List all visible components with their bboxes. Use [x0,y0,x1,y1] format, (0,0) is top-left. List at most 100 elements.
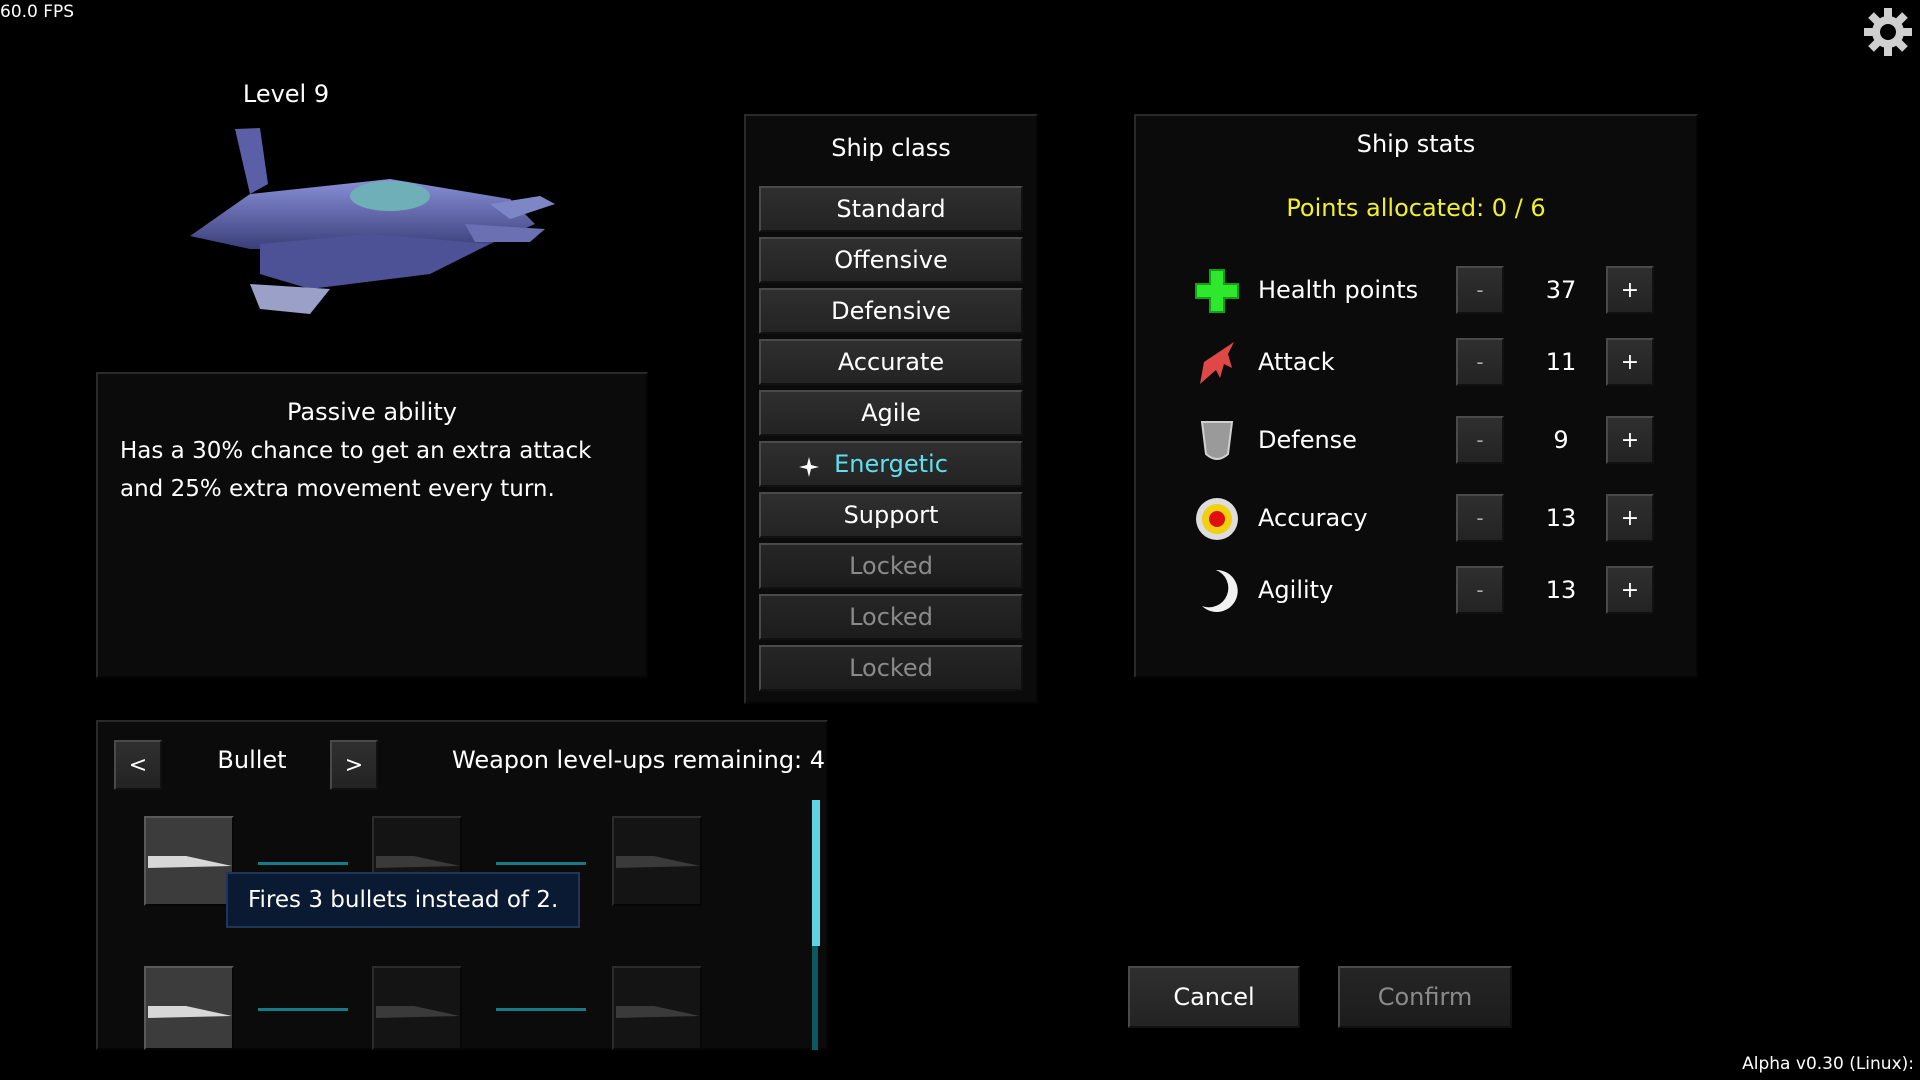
plus-label: + [1620,277,1640,303]
cancel-button[interactable]: Cancel [1128,966,1300,1028]
attack-increase-button[interactable]: + [1606,338,1654,386]
passive-ability-title: Passive ability [287,398,457,426]
ship-class-panel: Ship class Standard Offensive Defensive … [744,114,1038,704]
upgrade-connector [258,862,348,865]
weapon-prev-button[interactable]: < [114,740,162,790]
stat-value: 9 [1553,426,1569,454]
agility-increase-button[interactable]: + [1606,566,1654,614]
accuracy-target-icon [1194,496,1240,542]
stat-row-health: Health points - 37 + [1194,266,1654,316]
stat-label: Accuracy [1258,504,1368,532]
bullet-icon [148,856,232,868]
minus-label: - [1476,578,1484,602]
plus-label: + [1620,427,1640,453]
class-option-agile[interactable]: Agile [759,390,1023,436]
confirm-label: Confirm [1377,983,1473,1011]
stat-row-accuracy: Accuracy - 13 + [1194,494,1654,544]
plus-label: + [1620,505,1640,531]
class-option-label: Support [843,501,939,529]
upgrade-tooltip: Fires 3 bullets instead of 2. [226,872,580,928]
class-option-label: Offensive [834,246,948,274]
stat-row-defense: Defense - 9 + [1194,416,1654,466]
weapon-levelups-remaining: Weapon level-ups remaining: 4 [452,746,826,774]
prev-label: < [128,752,148,778]
weapon-name: Bullet [217,746,287,774]
stat-label: Defense [1258,426,1357,454]
stat-value: 13 [1545,504,1577,532]
confirm-button[interactable]: Confirm [1338,966,1512,1028]
upgrade-connector [496,1008,586,1011]
class-option-label: Standard [836,195,946,223]
points-allocated: Points allocated: 0 / 6 [1286,194,1546,222]
stat-value: 11 [1545,348,1577,376]
upgrade-slot[interactable] [612,966,702,1050]
class-option-label: Agile [861,399,921,427]
attack-decrease-button[interactable]: - [1456,338,1504,386]
stat-label: Agility [1258,576,1334,604]
minus-label: - [1476,428,1484,452]
bullet-icon [616,856,700,868]
class-option-locked[interactable]: Locked [759,594,1023,640]
ship-image [190,124,560,319]
ship-class-title: Ship class [831,134,951,162]
minus-label: - [1476,506,1484,530]
bullet-icon [376,1006,460,1018]
upgrade-connector [258,1008,348,1011]
class-option-label: Defensive [831,297,951,325]
class-option-label: Energetic [834,450,948,478]
passive-ability-description: Has a 30% chance to get an extra attack … [120,438,592,502]
stat-row-agility: Agility - 13 + [1194,566,1654,616]
tooltip-text: Fires 3 bullets instead of 2. [248,887,559,913]
gear-icon[interactable] [1862,6,1914,58]
class-option-label: Locked [849,654,933,682]
accuracy-increase-button[interactable]: + [1606,494,1654,542]
upgrade-slot[interactable] [372,966,462,1050]
sparkle-icon [799,455,819,477]
class-option-offensive[interactable]: Offensive [759,237,1023,283]
stat-value: 13 [1545,576,1577,604]
class-option-accurate[interactable]: Accurate [759,339,1023,385]
class-option-energetic[interactable]: Energetic [759,441,1023,487]
class-option-standard[interactable]: Standard [759,186,1023,232]
ship-stats-title: Ship stats [1356,130,1476,158]
minus-label: - [1476,278,1484,302]
accuracy-decrease-button[interactable]: - [1456,494,1504,542]
defense-shield-icon [1194,418,1240,464]
attack-claw-icon [1194,340,1240,386]
weapon-scrollbar-thumb[interactable] [812,800,820,946]
agility-moon-icon [1194,568,1240,614]
class-option-label: Locked [849,603,933,631]
stat-label: Attack [1258,348,1335,376]
defense-increase-button[interactable]: + [1606,416,1654,464]
stat-value: 37 [1545,276,1577,304]
stat-row-attack: Attack - 11 + [1194,338,1654,388]
stat-label: Health points [1258,276,1419,304]
agility-decrease-button[interactable]: - [1456,566,1504,614]
next-label: > [344,752,364,778]
upgrade-slot[interactable] [144,816,234,906]
passive-ability-panel: Passive ability Has a 30% chance to get … [96,372,648,678]
class-option-locked[interactable]: Locked [759,543,1023,589]
health-decrease-button[interactable]: - [1456,266,1504,314]
upgrade-slot[interactable] [144,966,234,1050]
fps-counter: 60.0 FPS [0,2,75,22]
class-option-label: Locked [849,552,933,580]
minus-label: - [1476,350,1484,374]
class-option-support[interactable]: Support [759,492,1023,538]
bullet-icon [616,1006,700,1018]
plus-label: + [1620,577,1640,603]
plus-label: + [1620,349,1640,375]
upgrade-connector [496,862,586,865]
class-option-defensive[interactable]: Defensive [759,288,1023,334]
class-option-locked[interactable]: Locked [759,645,1023,691]
cancel-label: Cancel [1173,983,1255,1011]
upgrade-slot[interactable] [612,816,702,906]
weapon-next-button[interactable]: > [330,740,378,790]
health-increase-button[interactable]: + [1606,266,1654,314]
defense-decrease-button[interactable]: - [1456,416,1504,464]
version-label: Alpha v0.30 (Linux): [1742,1054,1914,1074]
ship-stats-panel: Ship stats Points allocated: 0 / 6 Healt… [1134,114,1698,678]
bullet-icon [148,1006,232,1018]
health-cross-icon [1194,268,1240,314]
class-option-label: Accurate [837,348,945,376]
